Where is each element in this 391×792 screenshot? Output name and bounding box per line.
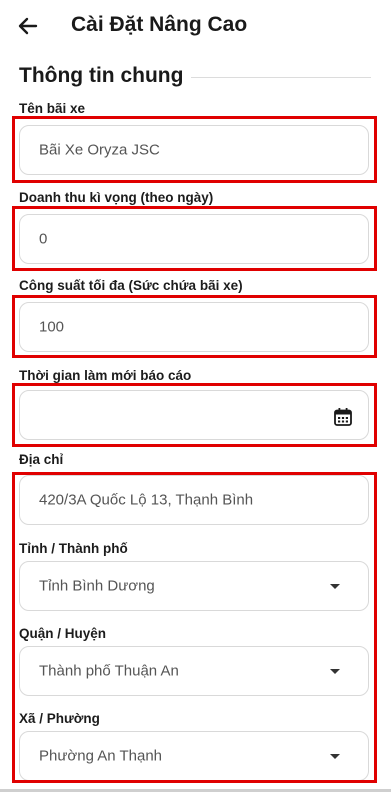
page-title: Cài Đặt Nâng Cao <box>71 13 248 36</box>
highlight-box <box>12 383 377 447</box>
highlight-box <box>12 206 377 271</box>
highlight-box <box>12 472 377 783</box>
section-title: Thông tin chung <box>19 64 184 87</box>
report-refresh-label: Thời gian làm mới báo cáo <box>19 368 192 383</box>
arrow-left-icon[interactable] <box>14 12 42 40</box>
address-label: Địa chỉ <box>19 452 64 467</box>
app-header: Cài Đặt Nâng Cao <box>0 0 391 52</box>
parking-name-label: Tên bãi xe <box>19 101 86 116</box>
max-capacity-label: Công suất tối đa (Sức chứa bãi xe) <box>19 278 243 293</box>
highlight-box <box>12 116 377 183</box>
section-divider <box>191 77 371 78</box>
expected-revenue-label: Doanh thu kì vọng (theo ngày) <box>19 190 214 205</box>
highlight-box <box>12 295 377 358</box>
